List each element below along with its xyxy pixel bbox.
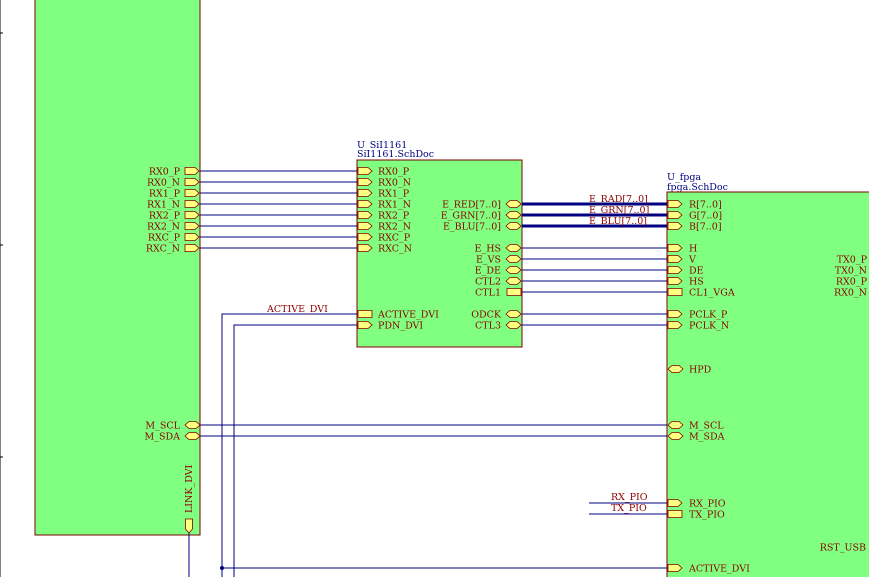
port-label: RXC_N — [378, 244, 412, 255]
port-label: M_SDA — [689, 432, 725, 443]
port-entry[interactable] — [505, 222, 522, 230]
port-label: HS — [689, 277, 704, 288]
sii-filename: SiI1161.SchDoc — [357, 149, 434, 160]
schematic-canvas: U_SiI1161 SiI1161.SchDoc U_fpga fpga.Sch… — [0, 0, 869, 577]
port-label: RX0_N — [147, 178, 180, 189]
bus-label-blu: E_BLU[7..0] — [589, 216, 647, 227]
port-label: E_RED[7..0] — [442, 200, 501, 211]
port-label: E_BLU[7..0] — [443, 222, 501, 233]
rx-wires — [200, 170, 357, 249]
port-label: RX0_P — [378, 167, 410, 178]
port-label: RXC_P — [148, 233, 181, 244]
port-label: RX1_N — [147, 200, 180, 211]
port-label: RXC_P — [378, 233, 411, 244]
port-entry[interactable] — [505, 211, 522, 219]
port-label: PDN_DVI — [378, 321, 423, 332]
port-label: CTL1 — [475, 288, 501, 299]
port-label: RST_USB — [820, 543, 866, 554]
active-dvi-wires — [188, 313, 667, 577]
net-label-active-dvi: ACTIVE_DVI — [266, 304, 328, 315]
port-label: CL1_VGA — [689, 288, 735, 299]
sii-rx-port-labels: RX0_P RX0_N RX1_P RX1_N RX2_P RX2_N RXC_… — [378, 167, 412, 255]
port-m-sda[interactable] — [184, 432, 201, 440]
port-label: R[7..0] — [689, 200, 722, 211]
port-label: M_SCL — [145, 421, 180, 432]
port-label: RX1_P — [149, 189, 181, 200]
port-label: ODCK — [471, 310, 502, 321]
port-label: RX2_P — [378, 211, 410, 222]
port-label: CTL2 — [475, 277, 501, 288]
port-label-link-dvi: LINK_DVI — [184, 464, 195, 513]
port-label: TX0_P — [837, 255, 868, 266]
port-label: E_HS — [475, 244, 501, 255]
port-entry[interactable] — [505, 255, 522, 263]
port-entry[interactable] — [667, 510, 683, 518]
net-label-tx-pio: TX_PIO — [611, 503, 647, 514]
port-label: RX0_N — [378, 178, 411, 189]
sync-wires — [522, 247, 667, 326]
bus-label-red: E_RAD[7..0] — [589, 194, 648, 205]
port-label: RX2_N — [147, 222, 180, 233]
port-label: RXC_N — [146, 244, 180, 255]
port-label: RX1_N — [378, 200, 411, 211]
port-entry[interactable] — [667, 421, 684, 429]
port-entry[interactable] — [667, 432, 684, 440]
port-entry[interactable] — [505, 277, 522, 285]
port-label: TX0_N — [835, 266, 867, 277]
left-sheet-rx-port-labels: RX0_P RX0_N RX1_P RX1_N RX2_P RX2_N RXC_… — [146, 167, 181, 255]
wire-junction — [220, 566, 224, 570]
port-entry[interactable] — [505, 244, 522, 252]
port-label: B[7..0] — [689, 222, 722, 233]
port-m-scl[interactable] — [184, 421, 201, 429]
left-sheet-symbol[interactable] — [34, 0, 201, 536]
port-label: H — [689, 244, 697, 255]
port-label: G[7..0] — [689, 211, 722, 222]
port-label: RX0_P — [836, 277, 868, 288]
port-label: RX0_N — [834, 288, 867, 299]
port-label: PCLK_P — [689, 310, 728, 321]
port-label: M_SDA — [145, 432, 181, 443]
port-entry[interactable] — [505, 310, 522, 318]
port-hpd[interactable] — [667, 365, 684, 373]
port-label: V — [688, 255, 696, 266]
port-active-dvi[interactable] — [357, 310, 373, 318]
fpga-filename: fpga.SchDoc — [667, 182, 728, 193]
port-label: ACTIVE_DVI — [688, 564, 750, 575]
port-label: DE — [689, 266, 704, 277]
port-label: ACTIVE_DVI — [377, 310, 439, 321]
port-entry[interactable] — [505, 266, 522, 274]
port-label: TX_PIO — [689, 510, 725, 521]
port-label: RX_PIO — [689, 499, 726, 510]
port-label: E_DE — [475, 266, 501, 277]
port-entry[interactable] — [505, 321, 522, 329]
port-entry[interactable] — [506, 288, 522, 296]
port-entry[interactable] — [505, 200, 522, 208]
port-label: RX2_P — [149, 211, 181, 222]
net-label-rx-pio: RX_PIO — [611, 492, 648, 503]
port-label: RX1_P — [378, 189, 410, 200]
port-label: E_GRN[7..0] — [441, 211, 501, 222]
port-label: RX0_P — [149, 167, 181, 178]
port-label: RX2_N — [378, 222, 411, 233]
port-label: M_SCL — [689, 421, 724, 432]
i2c-wires — [200, 424, 667, 437]
port-label: HPD — [689, 365, 712, 376]
port-label: E_VS — [476, 255, 501, 266]
port-entry[interactable] — [667, 288, 683, 296]
port-label: CTL3 — [475, 321, 501, 332]
port-label: PCLK_N — [689, 321, 729, 332]
bus-label-grn: E_GRN[7..0] — [589, 205, 649, 216]
